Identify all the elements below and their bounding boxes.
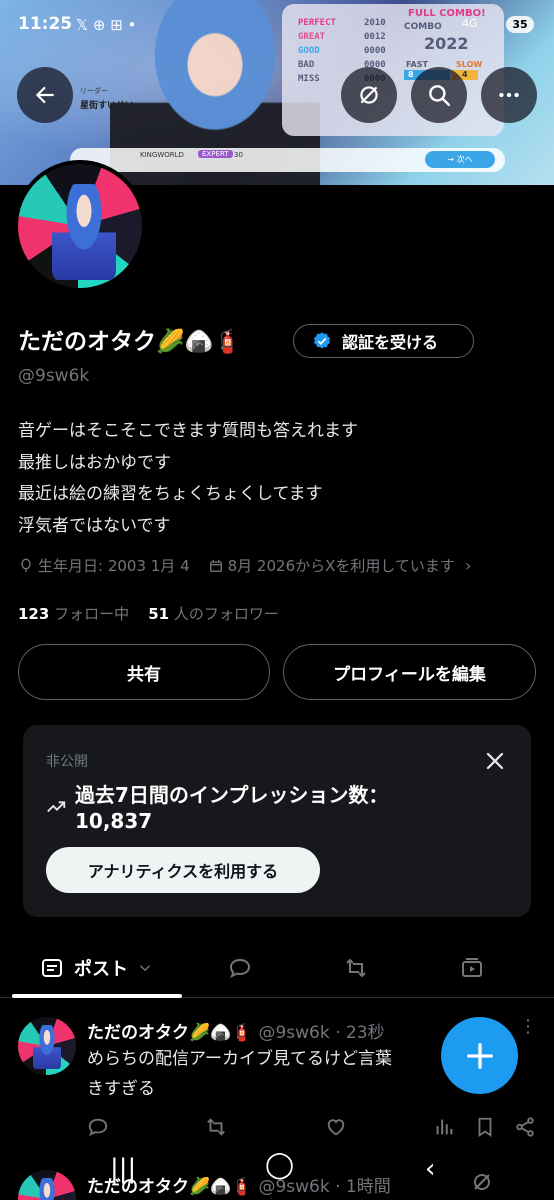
leader-label: リーダー (80, 87, 108, 95)
impressions-title: 過去7日間のインプレッション数： (75, 783, 389, 807)
bookmark-icon[interactable] (474, 1116, 496, 1138)
post-author-name: ただのオタク🌽🍙🧯 (87, 1023, 253, 1043)
use-analytics-label: アナリティクスを利用する (87, 862, 279, 881)
posts-tab-icon (42, 959, 62, 977)
edit-profile-label: プロフィールを編集 (333, 664, 486, 685)
post-more-icon[interactable]: ⋮ (519, 1016, 537, 1037)
grade-bad-label: BAD (298, 60, 315, 70)
close-icon[interactable] (483, 749, 507, 773)
share-icon[interactable] (514, 1116, 536, 1138)
profile-tabs: ポスト (0, 938, 554, 998)
following-label: フォロー中 (54, 605, 130, 623)
grade-good-label: GOOD (298, 46, 320, 56)
back-nav-button[interactable]: ‹ (425, 1154, 435, 1184)
share-label: 共有 (127, 664, 161, 685)
profile-meta[interactable]: 生年月日: 2003 1月 4 8月 2026からXを利用しています › (18, 555, 471, 576)
bio-line: 浮気者ではないです (18, 515, 171, 536)
video-tab-icon (462, 958, 482, 977)
calendar-icon (209, 559, 222, 572)
follow-counts: 123 フォロー中 51 人のフォロワー (18, 603, 279, 624)
birthday-text: 生年月日: 2003 1月 4 (38, 557, 190, 575)
status-time: 11:25 (18, 14, 73, 34)
profile-name: ただのオタク🌽🍙🧯 (18, 329, 242, 355)
song-title: KINGWORLD (140, 151, 184, 159)
profile-handle: @9sw6k (18, 366, 90, 386)
status-bar: 11:25 𝕏 ⊕ ⊞ • 4G 35 (0, 12, 554, 42)
home-button[interactable]: ◯ (265, 1150, 294, 1180)
grok-button[interactable] (341, 67, 397, 123)
post-text-line: めらちの配信アーカイブ見てるけど言葉 (87, 1049, 392, 1069)
post-text-line: きすぎる (87, 1079, 155, 1099)
profile-avatar[interactable] (14, 160, 146, 292)
tab-posts[interactable]: ポスト (12, 938, 182, 998)
post-meta: @9sw6k · 23秒 (258, 1023, 385, 1043)
reply-tab-icon (229, 958, 251, 978)
leader-name: 星街すいせい (80, 101, 135, 111)
post-avatar[interactable] (18, 1017, 76, 1075)
avatar-figure (52, 184, 116, 280)
followers-label: 人のフォロワー (173, 605, 279, 623)
analytics-card: 非公開 過去7日間のインプレッション数： 10,837 アナリティクスを利用する (23, 725, 531, 917)
back-button[interactable] (17, 67, 73, 123)
back-arrow-icon (35, 86, 54, 104)
trending-icon (47, 801, 66, 813)
chevron-down-icon (139, 965, 151, 972)
recent-apps-button[interactable]: ||| (110, 1154, 136, 1184)
post-actions (0, 1116, 554, 1140)
search-button[interactable] (411, 67, 467, 123)
bio-line: 最推しはおかゆです (18, 452, 171, 473)
profile-bio: 音ゲーはそこそこできます質問も答えれます 最推しはおかゆです 最近は絵の練習をち… (18, 416, 358, 542)
slow-label: SLOW (456, 60, 483, 69)
tab-reposts[interactable] (306, 938, 406, 998)
balloon-icon (21, 558, 31, 572)
song-bar: KINGWORLD EXPERT 30 → 次へ (70, 148, 505, 172)
difficulty-badge: EXPERT (198, 150, 233, 158)
bio-line: 最近は絵の練習をちょくちょくしてます (18, 484, 323, 504)
reply-icon[interactable] (87, 1116, 109, 1138)
plus-icon (466, 1042, 493, 1069)
post-text: めらちの配信アーカイブ見てるけど言葉 きすぎる (87, 1044, 392, 1104)
grok-icon[interactable] (470, 1170, 494, 1194)
more-icon (499, 92, 519, 98)
post-header: ただのオタク🌽🍙🧯 @9sw6k · 23秒 (87, 1018, 385, 1043)
chevron-right-icon: › (464, 556, 472, 575)
private-label: 非公開 (46, 754, 88, 770)
fast-label: FAST (406, 60, 428, 69)
compose-post-button[interactable] (441, 1017, 518, 1094)
verified-badge-icon (314, 332, 330, 349)
grade-good-value: 0000 (364, 46, 386, 56)
battery-indicator: 35 (506, 16, 534, 33)
more-button[interactable] (481, 67, 537, 123)
get-verified-label: 認証を受ける (342, 333, 439, 352)
tab-media[interactable] (422, 938, 522, 998)
following-count: 123 (18, 605, 50, 623)
followers-link[interactable]: 51 人のフォロワー (148, 605, 279, 623)
tab-posts-label: ポスト (74, 959, 128, 980)
grade-miss-label: MISS (298, 74, 320, 84)
joined-text: 8月 2026からXを利用しています (227, 557, 455, 575)
like-icon[interactable] (325, 1116, 347, 1138)
grok-icon (360, 86, 378, 104)
use-analytics-button[interactable]: アナリティクスを利用する (46, 847, 320, 893)
system-nav-bar: ||| ◯ ‹ (0, 1148, 554, 1200)
followers-count: 51 (148, 605, 170, 623)
active-tab-indicator (12, 994, 182, 998)
impressions-value: 10,837 (75, 809, 153, 833)
network-indicator: 4G (462, 17, 478, 30)
tab-replies[interactable] (190, 938, 290, 998)
repost-icon[interactable] (205, 1116, 227, 1138)
get-verified-button[interactable]: 認証を受ける (293, 324, 474, 358)
bio-line: 音ゲーはそこそこできます質問も答えれます (18, 421, 358, 441)
share-button[interactable]: 共有 (18, 644, 270, 700)
next-button: → 次へ (425, 151, 495, 168)
repost-tab-icon (346, 958, 366, 978)
song-level: 30 (234, 151, 243, 159)
notification-icons: 𝕏 ⊕ ⊞ • (76, 16, 137, 34)
views-icon[interactable] (433, 1116, 455, 1138)
following-link[interactable]: 123 フォロー中 (18, 605, 129, 623)
search-icon (429, 85, 450, 106)
avatar-figure (33, 1025, 61, 1069)
edit-profile-button[interactable]: プロフィールを編集 (283, 644, 536, 700)
